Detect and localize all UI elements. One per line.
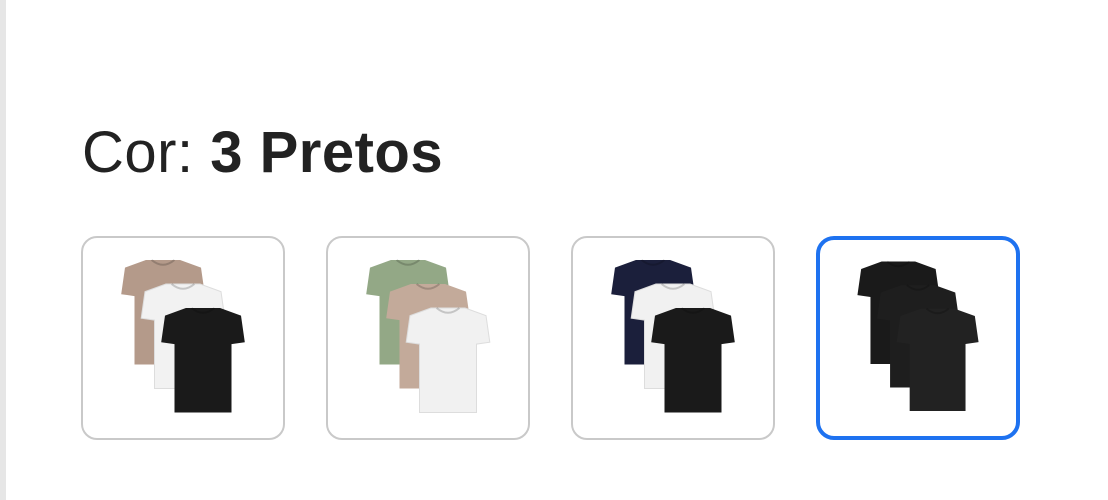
tshirt-pack-navy-white-black-icon xyxy=(611,259,735,413)
tshirt-pack-beige-white-black-icon xyxy=(121,259,245,413)
color-swatch-beige-white-black[interactable] xyxy=(81,236,285,440)
tshirt-pack-black-icon xyxy=(857,260,979,412)
color-swatch-black[interactable] xyxy=(816,236,1020,440)
color-swatch-navy-white-black[interactable] xyxy=(571,236,775,440)
color-label: Cor: 3 Pretos xyxy=(82,118,443,188)
color-swatch-green-beige-white[interactable] xyxy=(326,236,530,440)
product-color-selector-page: Cor: 3 Pretos xyxy=(0,0,1108,500)
color-label-prefix: Cor: xyxy=(82,120,194,185)
selected-color-value: 3 Pretos xyxy=(210,120,444,185)
tshirt-pack-green-beige-white-icon xyxy=(366,259,491,413)
panel-left-border xyxy=(0,0,6,500)
color-swatch-list xyxy=(81,236,1041,446)
